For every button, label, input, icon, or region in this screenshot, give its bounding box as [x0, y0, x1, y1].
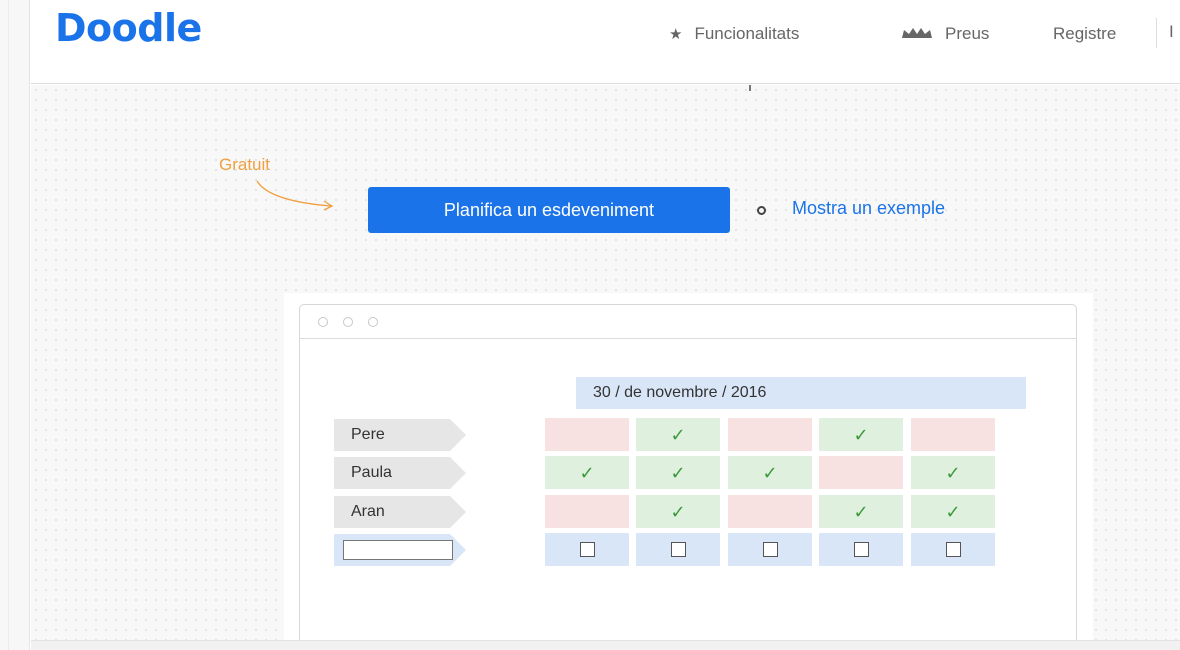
participant-name: Aran [334, 496, 466, 528]
check-icon: ✓ [762, 462, 778, 483]
doodle-logo[interactable]: Doodle [55, 6, 202, 50]
crown-icon [901, 26, 933, 43]
vote-yes-cell: ✓ [636, 456, 720, 489]
checkbox[interactable] [853, 542, 869, 557]
availability-checkbox-cell[interactable] [636, 533, 720, 566]
checkbox[interactable] [579, 542, 595, 557]
nav-separator [1156, 18, 1157, 48]
vote-no-cell [819, 456, 903, 489]
checkbox[interactable] [762, 542, 778, 557]
availability-checkbox-cell[interactable] [728, 533, 812, 566]
participant-name: Pere [334, 419, 466, 451]
new-participant-row [334, 534, 466, 566]
poll-date: 30 / de novembre / 2016 [576, 377, 1026, 409]
vote-no-cell [911, 418, 995, 451]
check-icon: ✓ [853, 501, 869, 522]
or-circle-icon [757, 206, 766, 215]
hero-section: Gratuit Planifica un esdeveniment Mostra… [31, 85, 1180, 649]
page: Doodle ★ Funcionalitats Preus Registre I… [0, 0, 1180, 650]
checkbox[interactable] [945, 542, 961, 557]
check-icon: ✓ [670, 462, 686, 483]
availability-checkbox-cell[interactable] [911, 533, 995, 566]
window-dot-icon [343, 317, 353, 327]
availability-checkbox-cell[interactable] [545, 533, 629, 566]
bottom-border [31, 640, 1180, 650]
vote-no-cell [545, 495, 629, 528]
plan-event-button[interactable]: Planifica un esdeveniment [368, 187, 730, 233]
window-dot-icon [368, 317, 378, 327]
nav-prices[interactable]: Preus [901, 22, 989, 46]
vote-yes-cell: ✓ [819, 418, 903, 451]
vote-yes-cell: ✓ [728, 456, 812, 489]
vote-no-cell [728, 418, 812, 451]
nav-register[interactable]: Registre [1053, 22, 1116, 46]
checkbox[interactable] [670, 542, 686, 557]
left-scroll-rail [0, 0, 30, 650]
check-icon: ✓ [853, 424, 869, 445]
nav-features[interactable]: ★ Funcionalitats [669, 22, 799, 46]
check-icon: ✓ [945, 462, 961, 483]
vote-yes-cell: ✓ [819, 495, 903, 528]
vote-yes-cell: ✓ [636, 418, 720, 451]
nav-prices-label: Preus [945, 24, 990, 43]
nav-login-cut[interactable]: I [1169, 22, 1174, 42]
nav-features-label: Funcionalitats [694, 24, 800, 43]
window-title-bar [300, 305, 1076, 339]
vote-yes-cell: ✓ [911, 456, 995, 489]
demo-window: 30 / de novembre / 2016 9:0011:002:004:0… [299, 304, 1077, 649]
vote-yes-cell: ✓ [911, 495, 995, 528]
vote-no-cell [545, 418, 629, 451]
availability-checkbox-cell[interactable] [819, 533, 903, 566]
check-icon: ✓ [670, 424, 686, 445]
curved-arrow-icon [256, 180, 334, 211]
hero-tick-mark [749, 85, 751, 91]
show-example-link[interactable]: Mostra un exemple [792, 198, 945, 219]
header: Doodle ★ Funcionalitats Preus Registre I [31, 0, 1180, 84]
free-label: Gratuit [219, 155, 271, 174]
check-icon: ✓ [670, 501, 686, 522]
participant-name: Paula [334, 457, 466, 489]
vote-yes-cell: ✓ [545, 456, 629, 489]
vote-yes-cell: ✓ [636, 495, 720, 528]
check-icon: ✓ [945, 501, 961, 522]
star-icon: ★ [669, 26, 683, 43]
vote-no-cell [728, 495, 812, 528]
window-dot-icon [318, 317, 328, 327]
check-icon: ✓ [579, 462, 595, 483]
name-input[interactable] [343, 540, 453, 560]
